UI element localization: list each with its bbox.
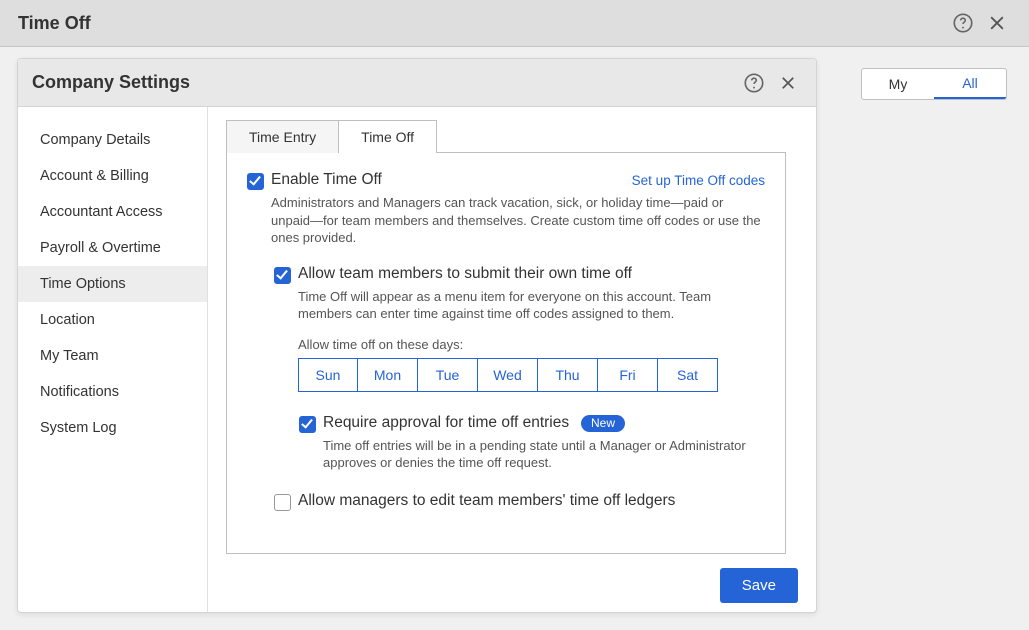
sidebar-item-label: Company Details	[40, 132, 150, 148]
tabs-row: Time Entry Time Off	[226, 119, 816, 152]
modal-help-icon[interactable]	[740, 69, 768, 97]
tab-time-off[interactable]: Time Off	[338, 120, 437, 153]
day-thu[interactable]: Thu	[538, 358, 598, 392]
day-tue[interactable]: Tue	[418, 358, 478, 392]
sidebar-item-time-options[interactable]: Time Options	[18, 266, 207, 302]
day-fri[interactable]: Fri	[598, 358, 658, 392]
sidebar-item-location[interactable]: Location	[18, 302, 207, 338]
sidebar-item-label: Notifications	[40, 384, 119, 400]
checkbox-enable-time-off[interactable]	[247, 173, 264, 190]
label-enable-time-off: Enable Time Off	[271, 171, 382, 189]
page-title: Time Off	[18, 13, 943, 34]
modal-title: Company Settings	[32, 72, 734, 93]
link-setup-time-off-codes[interactable]: Set up Time Off codes	[632, 173, 765, 188]
modal-header: Company Settings	[18, 59, 816, 107]
day-wed[interactable]: Wed	[478, 358, 538, 392]
sidebar-item-account-billing[interactable]: Account & Billing	[18, 158, 207, 194]
day-mon[interactable]: Mon	[358, 358, 418, 392]
sidebar-item-label: System Log	[40, 420, 117, 436]
desc-allow-submit: Time Off will appear as a menu item for …	[298, 288, 765, 323]
sidebar-item-accountant-access[interactable]: Accountant Access	[18, 194, 207, 230]
sidebar-item-label: My Team	[40, 348, 99, 364]
label-allow-submit: Allow team members to submit their own t…	[298, 265, 632, 282]
tab-time-entry[interactable]: Time Entry	[226, 120, 339, 153]
badge-new: New	[581, 415, 625, 432]
sidebar-item-label: Location	[40, 312, 95, 328]
settings-main: Time Entry Time Off Enable Time Off Set …	[208, 107, 816, 612]
sidebar-item-label: Time Options	[40, 276, 126, 292]
settings-sidebar: Company Details Account & Billing Accoun…	[18, 107, 208, 612]
page-header: Time Off	[0, 0, 1029, 47]
sidebar-item-system-log[interactable]: System Log	[18, 410, 207, 446]
toggle-my[interactable]: My	[862, 69, 934, 99]
sidebar-item-notifications[interactable]: Notifications	[18, 374, 207, 410]
sidebar-item-label: Accountant Access	[40, 204, 163, 220]
days-heading: Allow time off on these days:	[298, 337, 765, 352]
day-sat[interactable]: Sat	[658, 358, 718, 392]
modal-footer: Save	[226, 554, 816, 603]
toggle-all[interactable]: All	[934, 69, 1006, 99]
checkbox-manager-edit-ledgers[interactable]	[274, 494, 291, 511]
day-sun[interactable]: Sun	[298, 358, 358, 392]
modal-close-icon[interactable]	[774, 69, 802, 97]
label-manager-edit-ledgers: Allow managers to edit team members' tim…	[298, 492, 675, 510]
save-button[interactable]: Save	[720, 568, 798, 603]
checkbox-require-approval[interactable]	[299, 416, 316, 433]
checkbox-allow-submit[interactable]	[274, 267, 291, 284]
sidebar-item-my-team[interactable]: My Team	[18, 338, 207, 374]
company-settings-modal: Company Settings Company Details Account…	[17, 58, 817, 613]
sidebar-item-payroll-overtime[interactable]: Payroll & Overtime	[18, 230, 207, 266]
desc-require-approval: Time off entries will be in a pending st…	[323, 437, 765, 472]
close-icon[interactable]	[983, 9, 1011, 37]
days-selector: Sun Mon Tue Wed Thu Fri Sat	[298, 358, 765, 392]
desc-enable-time-off: Administrators and Managers can track va…	[271, 194, 765, 247]
view-toggle: My All	[861, 68, 1007, 100]
sidebar-item-label: Account & Billing	[40, 168, 149, 184]
label-require-approval: Require approval for time off entries	[323, 414, 569, 431]
sidebar-item-label: Payroll & Overtime	[40, 240, 161, 256]
sidebar-item-company-details[interactable]: Company Details	[18, 122, 207, 158]
help-icon[interactable]	[949, 9, 977, 37]
time-off-panel: Enable Time Off Set up Time Off codes Ad…	[226, 152, 786, 554]
